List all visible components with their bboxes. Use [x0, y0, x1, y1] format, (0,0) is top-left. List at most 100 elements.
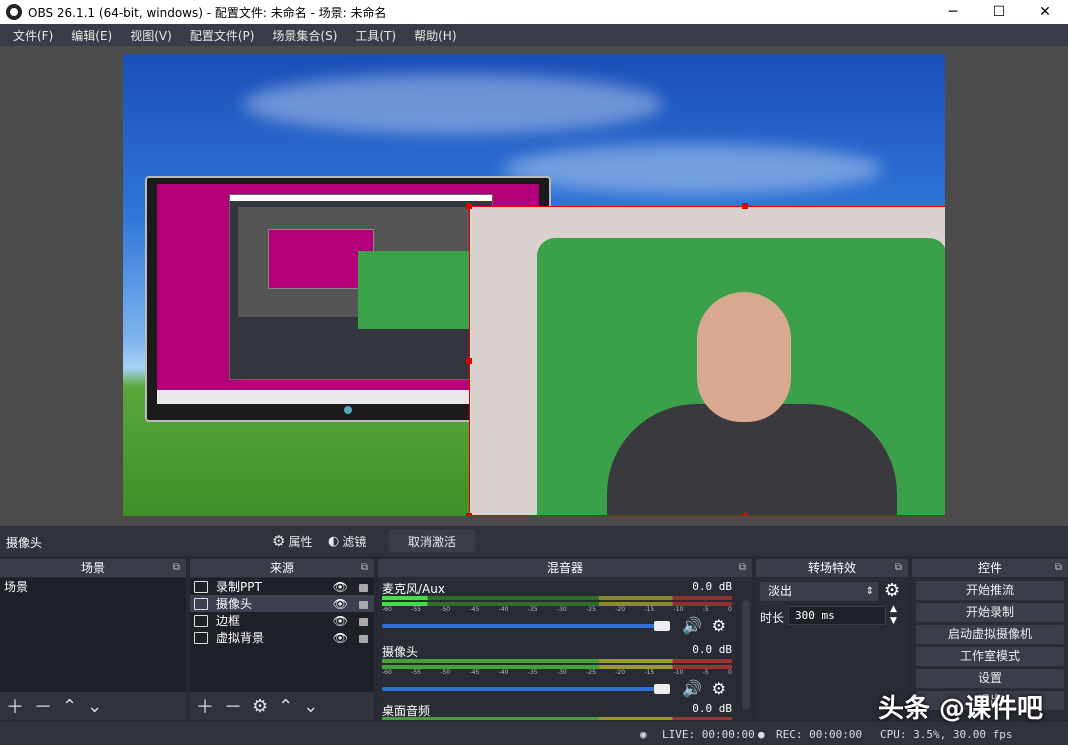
remove-icon[interactable]: － — [34, 693, 52, 719]
menu-file[interactable]: 文件(F) — [4, 27, 62, 44]
resize-handle[interactable] — [466, 358, 472, 364]
eye-icon[interactable]: 👁 — [333, 614, 348, 628]
image-icon — [194, 631, 208, 644]
eye-icon[interactable]: 👁 — [333, 631, 348, 645]
sources-toolbar: ＋ － ⚙ ⌃ ⌄ — [190, 692, 374, 720]
preview-canvas[interactable] — [123, 54, 945, 516]
deactivate-button[interactable]: 取消激活 — [389, 530, 475, 552]
source-label: 边框 — [216, 614, 241, 628]
nested-obs-window — [229, 194, 493, 380]
sources-panel: 来源 ⧉ 录制PPT 👁 摄像头 👁 边框 👁 虚拟背景 👁 ＋ － ⚙ ⌃ ⌄ — [190, 559, 374, 720]
spin-up-icon[interactable]: ▲ — [890, 604, 897, 614]
spin-down-icon[interactable]: ▼ — [890, 616, 897, 626]
minimize-button[interactable]: ─ — [930, 0, 976, 24]
level-meter — [382, 659, 732, 663]
menu-help[interactable]: 帮助(H) — [405, 27, 465, 44]
meter-ticks: -60 -55 -50 -45 -40 -35 -30 -25 -20 -15 -10 -5 0 — [382, 669, 732, 676]
obs-logo-icon — [6, 4, 22, 20]
move-down-icon[interactable]: ⌄ — [87, 696, 102, 717]
popout-icon[interactable]: ⧉ — [173, 559, 180, 577]
mixer-panel: 混音器 ⧉ 麦克风/Aux 0.0 dB -60 -55 -50 -45 -40 -35 -3… — [378, 559, 752, 720]
chevron-updown-icon: ⇕ — [865, 586, 874, 597]
gear-icon[interactable]: ⚙ — [712, 679, 726, 698]
controls-header: 控件 ⧉ — [912, 559, 1068, 577]
volume-knob[interactable] — [654, 621, 670, 631]
channel-name: 摄像头 — [382, 645, 419, 659]
resize-handle[interactable] — [742, 513, 748, 516]
lock-icon[interactable] — [359, 584, 368, 592]
resize-handle[interactable] — [466, 203, 472, 209]
settings-button[interactable]: 设置 — [916, 669, 1064, 688]
channel-db: 0.0 dB — [692, 580, 732, 593]
level-meter — [382, 596, 732, 600]
scenes-header: 场景 ⧉ — [0, 559, 186, 577]
mixer-scrollbar[interactable] — [742, 600, 750, 710]
remove-icon[interactable]: － — [224, 693, 242, 719]
close-button[interactable]: ✕ — [1022, 0, 1068, 24]
rec-time: REC: 00:00:00 — [776, 728, 863, 741]
rec-indicator-icon: ● — [758, 728, 765, 741]
menu-bar: 文件(F) 编辑(E) 视图(V) 配置文件(P) 场景集合(S) 工具(T) … — [0, 24, 1068, 46]
channel-name: 麦克风/Aux — [382, 582, 445, 596]
mixer-channel: 桌面音频 0.0 dB — [382, 702, 732, 720]
transition-select[interactable]: 淡出 ⇕ — [760, 582, 878, 601]
start-streaming-button[interactable]: 开始推流 — [916, 581, 1064, 600]
duration-input[interactable]: 300 ms — [788, 606, 886, 625]
scene-list: 场景 — [0, 578, 186, 692]
popout-icon[interactable]: ⧉ — [895, 559, 902, 577]
gear-icon[interactable]: ⚙ — [252, 696, 268, 717]
window-title: OBS 26.1.1 (64-bit, windows) - 配置文件: 未命名… — [28, 5, 387, 20]
gear-icon[interactable]: ⚙ — [712, 616, 726, 635]
add-icon[interactable]: ＋ — [196, 693, 214, 719]
filters-label: 滤镜 — [342, 534, 367, 549]
filters-button[interactable]: ◐ 滤镜 — [328, 530, 366, 552]
studio-mode-button[interactable]: 工作室模式 — [916, 647, 1064, 666]
lock-icon[interactable] — [359, 601, 368, 609]
eye-icon[interactable]: 👁 — [333, 597, 348, 611]
source-toolbar: 摄像头 ⚙ 属性 ◐ 滤镜 取消激活 — [0, 526, 1068, 556]
live-indicator-icon: ◉ — [640, 728, 647, 741]
lock-icon[interactable] — [359, 618, 368, 626]
menu-tools[interactable]: 工具(T) — [346, 27, 405, 44]
start-recording-button[interactable]: 开始录制 — [916, 603, 1064, 622]
properties-label: 属性 — [288, 534, 313, 549]
popout-icon[interactable]: ⧉ — [1055, 559, 1062, 577]
source-item[interactable]: 边框 👁 — [190, 612, 374, 629]
add-icon[interactable]: ＋ — [6, 693, 24, 719]
source-item[interactable]: 虚拟背景 👁 — [190, 629, 374, 646]
speaker-icon[interactable]: 🔊 — [682, 679, 702, 698]
popout-icon[interactable]: ⧉ — [739, 559, 746, 577]
channel-db: 0.0 dB — [692, 643, 732, 656]
selection-box[interactable] — [469, 206, 945, 516]
move-up-icon[interactable]: ⌃ — [62, 696, 77, 717]
live-time: LIVE: 00:00:00 — [662, 728, 755, 741]
volume-slider[interactable] — [382, 687, 668, 691]
volume-slider[interactable] — [382, 624, 668, 628]
source-label: 虚拟背景 — [216, 631, 265, 645]
start-virtual-camera-button[interactable]: 启动虚拟摄像机 — [916, 625, 1064, 644]
menu-view[interactable]: 视图(V) — [121, 27, 181, 44]
move-down-icon[interactable]: ⌄ — [303, 696, 318, 717]
source-item[interactable]: 摄像头 👁 — [190, 595, 374, 612]
resize-handle[interactable] — [466, 513, 472, 516]
menu-profile[interactable]: 配置文件(P) — [181, 27, 264, 44]
volume-knob[interactable] — [654, 684, 670, 694]
popout-icon[interactable]: ⧉ — [361, 559, 368, 577]
sources-header: 来源 ⧉ — [190, 559, 374, 577]
lock-icon[interactable] — [359, 635, 368, 643]
title-bar: OBS 26.1.1 (64-bit, windows) - 配置文件: 未命名… — [0, 0, 1068, 24]
scene-item[interactable]: 场景 — [0, 578, 186, 595]
source-item[interactable]: 录制PPT 👁 — [190, 578, 374, 595]
resize-handle[interactable] — [742, 203, 748, 209]
properties-button[interactable]: ⚙ 属性 — [272, 530, 312, 552]
cpu-fps: CPU: 3.5%, 30.00 fps — [880, 728, 1013, 741]
move-up-icon[interactable]: ⌃ — [278, 696, 293, 717]
maximize-button[interactable]: ☐ — [976, 0, 1022, 24]
menu-scene-collection[interactable]: 场景集合(S) — [263, 27, 346, 44]
menu-edit[interactable]: 编辑(E) — [62, 27, 121, 44]
level-meter — [382, 717, 732, 720]
speaker-icon[interactable]: 🔊 — [682, 616, 702, 635]
selected-source-name: 摄像头 — [6, 536, 43, 550]
eye-icon[interactable]: 👁 — [333, 580, 348, 594]
gear-icon[interactable]: ⚙ — [884, 580, 900, 601]
